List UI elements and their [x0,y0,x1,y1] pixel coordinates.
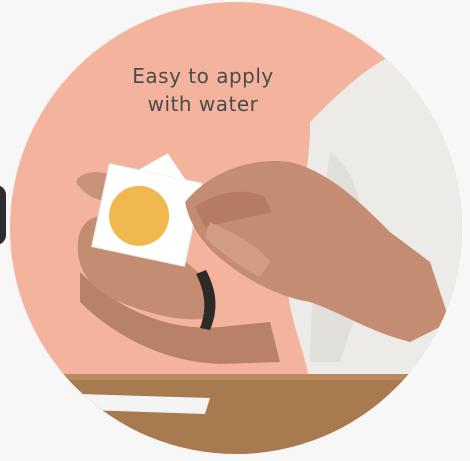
table [10,374,462,454]
promo-card: Easy to apply with water [0,0,470,461]
caption: Easy to apply with water [88,62,318,118]
left-edge-fragment [0,185,6,245]
table-highlight [10,374,462,380]
photo-circle: Easy to apply with water [10,2,462,454]
caption-line-2: with water [147,92,259,116]
caption-line-1: Easy to apply [132,64,274,88]
